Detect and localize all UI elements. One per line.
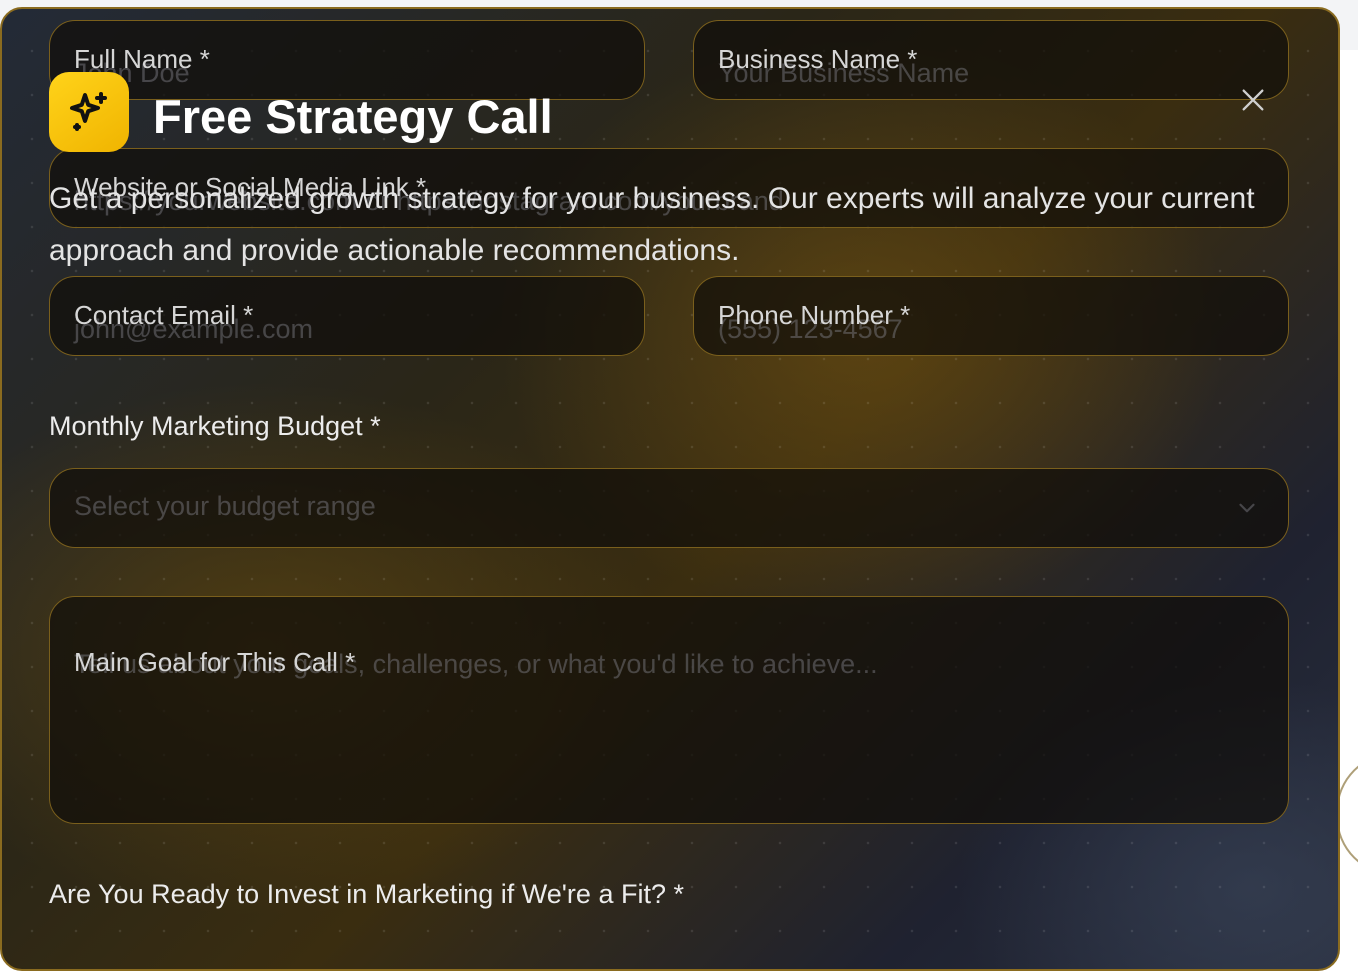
budget-label: Monthly Marketing Budget * xyxy=(49,411,381,441)
modal-description: Get a personalized growth strategy for y… xyxy=(49,182,1255,267)
phone-number-label: Phone Number * xyxy=(718,300,911,330)
contact-email-label: Contact Email * xyxy=(74,300,254,330)
chevron-down-icon xyxy=(1234,495,1260,526)
budget-placeholder: Select your budget range xyxy=(74,491,376,521)
close-button[interactable] xyxy=(1232,81,1274,123)
full-name-label: Full Name * xyxy=(74,44,210,74)
budget-select[interactable]: Select your budget range xyxy=(49,468,1289,548)
main-goal-label: Main Goal for This Call * xyxy=(74,647,356,677)
main-goal-textarea[interactable]: Tell us about your goals, challenges, or… xyxy=(49,596,1289,824)
business-name-label: Business Name * xyxy=(718,44,918,74)
ready-to-invest-label: Are You Ready to Invest in Marketing if … xyxy=(49,879,684,909)
contact-email-field[interactable]: john@example.com Contact Email * xyxy=(49,276,645,356)
sparkles-icon xyxy=(49,72,129,152)
close-icon xyxy=(1239,86,1267,119)
phone-number-field[interactable]: (555) 123-4567 Phone Number * xyxy=(693,276,1289,356)
modal-title: Free Strategy Call xyxy=(153,90,553,143)
full-name-field[interactable]: John Doe Full Name * xyxy=(49,20,645,100)
business-name-field[interactable]: Your Business Name Business Name * xyxy=(693,20,1289,100)
strategy-call-modal: John Doe Full Name * Your Business Name … xyxy=(0,7,1340,971)
